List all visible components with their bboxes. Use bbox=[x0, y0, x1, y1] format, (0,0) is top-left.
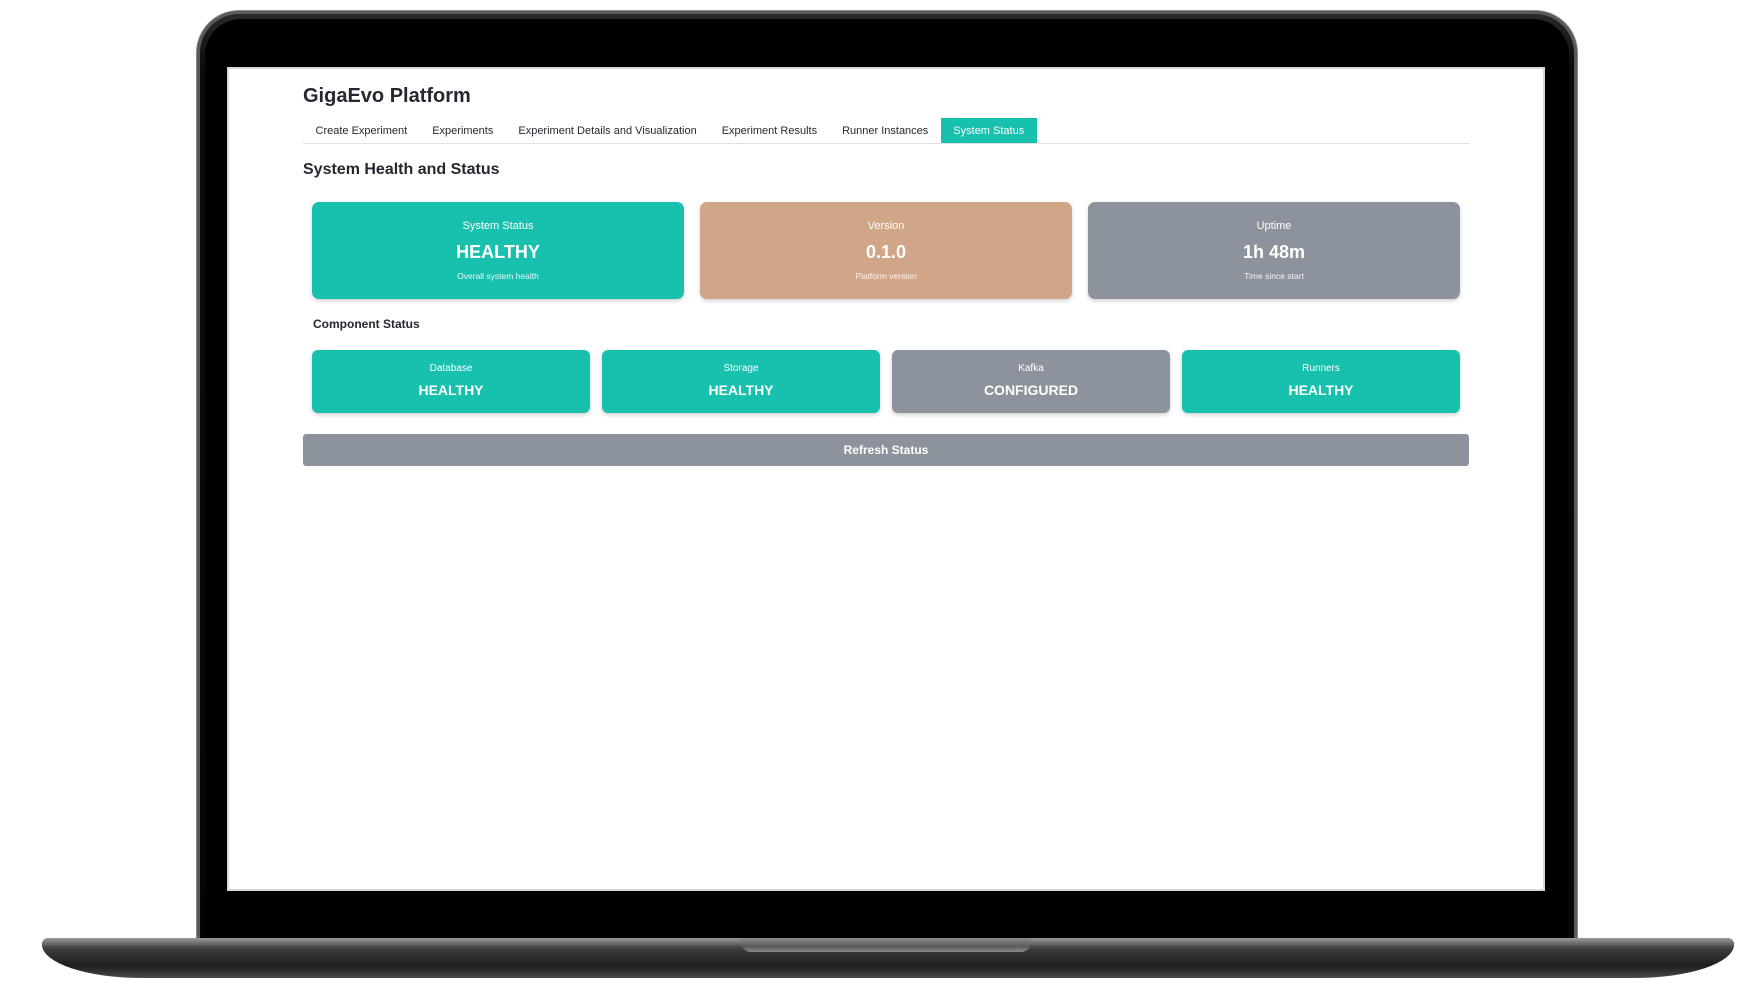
app-title: GigaEvo Platform bbox=[303, 85, 471, 107]
tab-experiment-results[interactable]: Experiment Results bbox=[709, 118, 829, 143]
component-status-title: Component Status bbox=[313, 317, 420, 331]
app-screen: GigaEvo Platform Create Experiment Exper… bbox=[227, 67, 1545, 891]
refresh-status-button[interactable]: Refresh Status bbox=[303, 434, 1469, 466]
metric-card-version: Version 0.1.0 Platform version bbox=[700, 202, 1072, 299]
metric-label: System Status bbox=[462, 220, 534, 232]
component-label: Database bbox=[429, 363, 473, 374]
component-value: CONFIGURED bbox=[983, 382, 1079, 398]
metric-value: HEALTHY bbox=[456, 242, 540, 262]
metric-label: Version bbox=[867, 220, 905, 232]
component-value: HEALTHY bbox=[418, 382, 484, 398]
tab-experiments[interactable]: Experiments bbox=[420, 118, 506, 143]
tab-system-status[interactable]: System Status bbox=[940, 118, 1037, 143]
component-card-storage: Storage HEALTHY bbox=[602, 350, 880, 413]
metric-description: Overall system health bbox=[457, 271, 539, 281]
component-card-runners: Runners HEALTHY bbox=[1182, 350, 1460, 413]
section-title: System Health and Status bbox=[303, 161, 500, 178]
component-value: HEALTHY bbox=[708, 382, 774, 398]
component-label: Kafka bbox=[1018, 363, 1044, 374]
component-card-kafka: Kafka CONFIGURED bbox=[892, 350, 1170, 413]
metric-label: Uptime bbox=[1256, 220, 1292, 232]
laptop-hinge bbox=[741, 938, 1031, 952]
tab-bar: Create Experiment Experiments Experiment… bbox=[303, 118, 1469, 144]
component-value: HEALTHY bbox=[1288, 382, 1354, 398]
component-card-database: Database HEALTHY bbox=[312, 350, 590, 413]
metric-value: 0.1.0 bbox=[865, 242, 907, 262]
metric-description: Platform version bbox=[855, 271, 917, 281]
metric-card-uptime: Uptime 1h 48m Time since start bbox=[1088, 202, 1460, 299]
tab-runner-instances[interactable]: Runner Instances bbox=[830, 118, 941, 143]
component-label: Runners bbox=[1302, 363, 1340, 374]
metric-card-system-status: System Status HEALTHY Overall system hea… bbox=[312, 202, 684, 299]
component-label: Storage bbox=[723, 363, 759, 374]
tab-experiment-details[interactable]: Experiment Details and Visualization bbox=[506, 118, 709, 143]
tab-create-experiment[interactable]: Create Experiment bbox=[303, 118, 420, 143]
metric-value: 1h 48m bbox=[1242, 242, 1306, 262]
metric-description: Time since start bbox=[1244, 271, 1304, 281]
